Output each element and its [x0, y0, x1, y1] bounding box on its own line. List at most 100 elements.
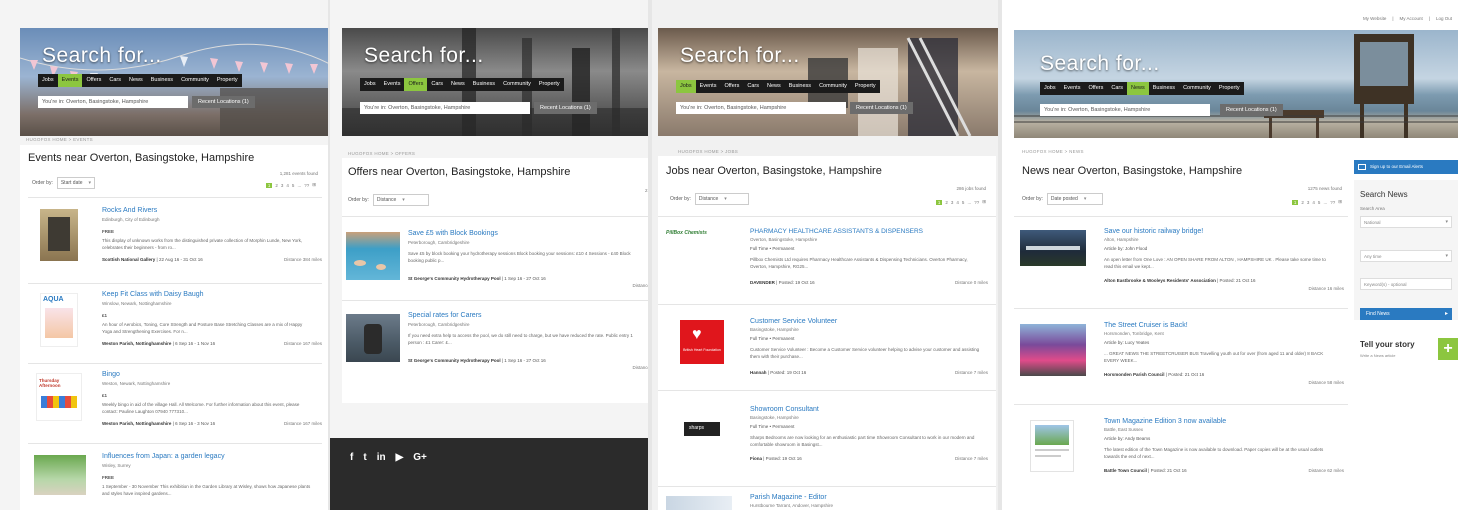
nav-offers[interactable]: Offers: [404, 78, 428, 91]
location-input[interactable]: You're in: Overton, Basingstoke, Hampshi…: [1040, 104, 1210, 116]
nav-news[interactable]: News: [447, 78, 469, 91]
nav-news[interactable]: News: [125, 74, 147, 87]
nav-business[interactable]: Business: [469, 78, 499, 91]
page-4[interactable]: 4: [286, 183, 289, 188]
nav-cars[interactable]: Cars: [105, 74, 125, 87]
list-item[interactable]: Thursday Afternoon Bingo Weston, Newark,…: [32, 371, 322, 443]
list-item[interactable]: PillBox Chemists PHARMACY HEALTHCARE ASS…: [666, 228, 992, 308]
list-item[interactable]: The Street Cruiser is Back! Horsmonden, …: [1020, 322, 1346, 406]
item-title[interactable]: Influences from Japan: a garden legacy: [102, 453, 225, 460]
item-title[interactable]: The Street Cruiser is Back!: [1104, 322, 1188, 329]
nav-news[interactable]: News: [763, 80, 785, 93]
item-publisher[interactable]: Battle Town Council: [1104, 468, 1147, 473]
order-by-select[interactable]: Distance ▾: [694, 193, 749, 205]
page-2[interactable]: 2: [275, 183, 278, 188]
list-item[interactable]: sharps Showroom Consultant Basingstoke, …: [666, 406, 992, 482]
order-by-select[interactable]: Start date ▾: [56, 177, 96, 189]
nav-property[interactable]: Property: [1215, 82, 1244, 95]
youtube-icon[interactable]: ▶: [396, 452, 404, 463]
nav-cars[interactable]: Cars: [427, 78, 447, 91]
log-out-link[interactable]: Log Out: [1436, 16, 1452, 21]
email-alerts-button[interactable]: Sign up to our Email Alerts: [1354, 160, 1458, 174]
list-item[interactable]: Save our historic railway bridge! Alton,…: [1020, 228, 1346, 314]
item-title[interactable]: Special rates for Carers: [408, 312, 482, 319]
nav-business[interactable]: Business: [147, 74, 177, 87]
nav-community[interactable]: Community: [1179, 82, 1215, 95]
item-title[interactable]: Keep Fit Class with Daisy Baugh: [102, 291, 204, 298]
item-title[interactable]: Save £5 with Block Bookings: [408, 230, 498, 237]
page-2[interactable]: 2: [945, 200, 948, 205]
grid-view-icon[interactable]: ⊞: [312, 182, 316, 188]
recent-locations-button[interactable]: Recent Locations (1): [850, 102, 913, 114]
nav-jobs[interactable]: Jobs: [38, 74, 58, 87]
nav-jobs[interactable]: Jobs: [676, 80, 696, 93]
nav-community[interactable]: Community: [177, 74, 213, 87]
nav-news[interactable]: News: [1126, 82, 1149, 95]
page-3[interactable]: 3: [281, 183, 284, 188]
grid-view-icon[interactable]: ⊞: [982, 199, 986, 205]
nav-events[interactable]: Events: [1060, 82, 1085, 95]
page-3[interactable]: 3: [951, 200, 954, 205]
list-item[interactable]: Influences from Japan: a garden legacy W…: [32, 453, 322, 510]
item-title[interactable]: Town Magazine Edition 3 now available: [1104, 418, 1226, 425]
google-plus-icon[interactable]: G+: [413, 452, 427, 463]
nav-offers[interactable]: Offers: [720, 80, 743, 93]
search-area-select[interactable]: National ▾: [1360, 216, 1452, 228]
nav-property[interactable]: Property: [213, 74, 242, 87]
nav-jobs[interactable]: Jobs: [360, 78, 380, 91]
page-5[interactable]: 5: [292, 183, 295, 188]
time-range-select[interactable]: Any time ▾: [1360, 250, 1452, 262]
item-title[interactable]: Showroom Consultant: [750, 406, 819, 413]
nav-events[interactable]: Events: [57, 74, 83, 87]
list-item[interactable]: Town Magazine Edition 3 now available Ba…: [1020, 418, 1346, 502]
nav-cars[interactable]: Cars: [1107, 82, 1127, 95]
location-input[interactable]: You're in: Overton, Basingstoke, Hampshi…: [676, 102, 846, 114]
item-venue[interactable]: St George's Community Hydrotherapy Pool: [408, 358, 501, 363]
item-venue[interactable]: St George's Community Hydrotherapy Pool: [408, 276, 501, 281]
nav-community[interactable]: Community: [499, 78, 535, 91]
facebook-icon[interactable]: f: [350, 452, 353, 463]
item-contact[interactable]: Fiona: [750, 456, 762, 461]
location-input[interactable]: You're in: Overton, Basingstoke, Hampshi…: [38, 96, 188, 108]
list-item[interactable]: Rocks And Rivers Edinburgh, City of Edin…: [32, 207, 322, 287]
nav-offers[interactable]: Offers: [1084, 82, 1107, 95]
item-title[interactable]: Parish Magazine - Editor: [750, 494, 827, 501]
linkedin-icon[interactable]: in: [377, 452, 386, 463]
item-contact[interactable]: DAVENDER: [750, 280, 775, 285]
page-4[interactable]: 4: [956, 200, 959, 205]
nav-events[interactable]: Events: [696, 80, 721, 93]
add-story-button[interactable]: +: [1438, 338, 1458, 360]
item-venue[interactable]: Scottish National Gallery: [102, 257, 155, 262]
nav-offers[interactable]: Offers: [82, 74, 105, 87]
nav-property[interactable]: Property: [851, 80, 880, 93]
twitter-icon[interactable]: t: [363, 452, 366, 463]
item-contact[interactable]: Hannah: [750, 370, 767, 375]
list-item[interactable]: Special rates for Carers Peterborough, C…: [346, 312, 652, 384]
page-5[interactable]: 5: [1318, 200, 1321, 205]
item-publisher[interactable]: Alton Eastbrooke & Wooleys Residents' As…: [1104, 278, 1216, 283]
item-title[interactable]: Bingo: [102, 371, 120, 378]
page-5[interactable]: 5: [962, 200, 965, 205]
item-title[interactable]: Save our historic railway bridge!: [1104, 228, 1203, 235]
page-4[interactable]: 4: [1312, 200, 1315, 205]
nav-cars[interactable]: Cars: [743, 80, 763, 93]
nav-business[interactable]: Business: [1149, 82, 1179, 95]
location-input[interactable]: You're in: Overton, Basingstoke, Hampshi…: [360, 102, 530, 114]
keyword-input[interactable]: Keyword(s) - optional: [1360, 278, 1452, 290]
list-item[interactable]: ♥ British Heart Foundation Customer Serv…: [666, 318, 992, 396]
nav-events[interactable]: Events: [380, 78, 405, 91]
page-last[interactable]: ??: [1330, 200, 1335, 205]
page-3[interactable]: 3: [1307, 200, 1310, 205]
item-venue[interactable]: Weston Parish, Nottinghamshire: [102, 421, 171, 426]
item-title[interactable]: PHARMACY HEALTHCARE ASSISTANTS & DISPENS…: [750, 228, 923, 235]
my-account-link[interactable]: My Account: [1400, 16, 1423, 21]
page-last[interactable]: ??: [974, 200, 979, 205]
recent-locations-button[interactable]: Recent Locations (1): [534, 102, 597, 114]
page-1[interactable]: 1: [935, 199, 943, 205]
list-item[interactable]: Save £5 with Block Bookings Peterborough…: [346, 230, 652, 302]
order-by-select[interactable]: Distance ▾: [372, 194, 429, 206]
grid-view-icon[interactable]: ⊞: [1338, 199, 1342, 205]
find-news-button[interactable]: Find News ▸: [1360, 308, 1452, 320]
nav-community[interactable]: Community: [815, 80, 851, 93]
nav-property[interactable]: Property: [535, 78, 564, 91]
